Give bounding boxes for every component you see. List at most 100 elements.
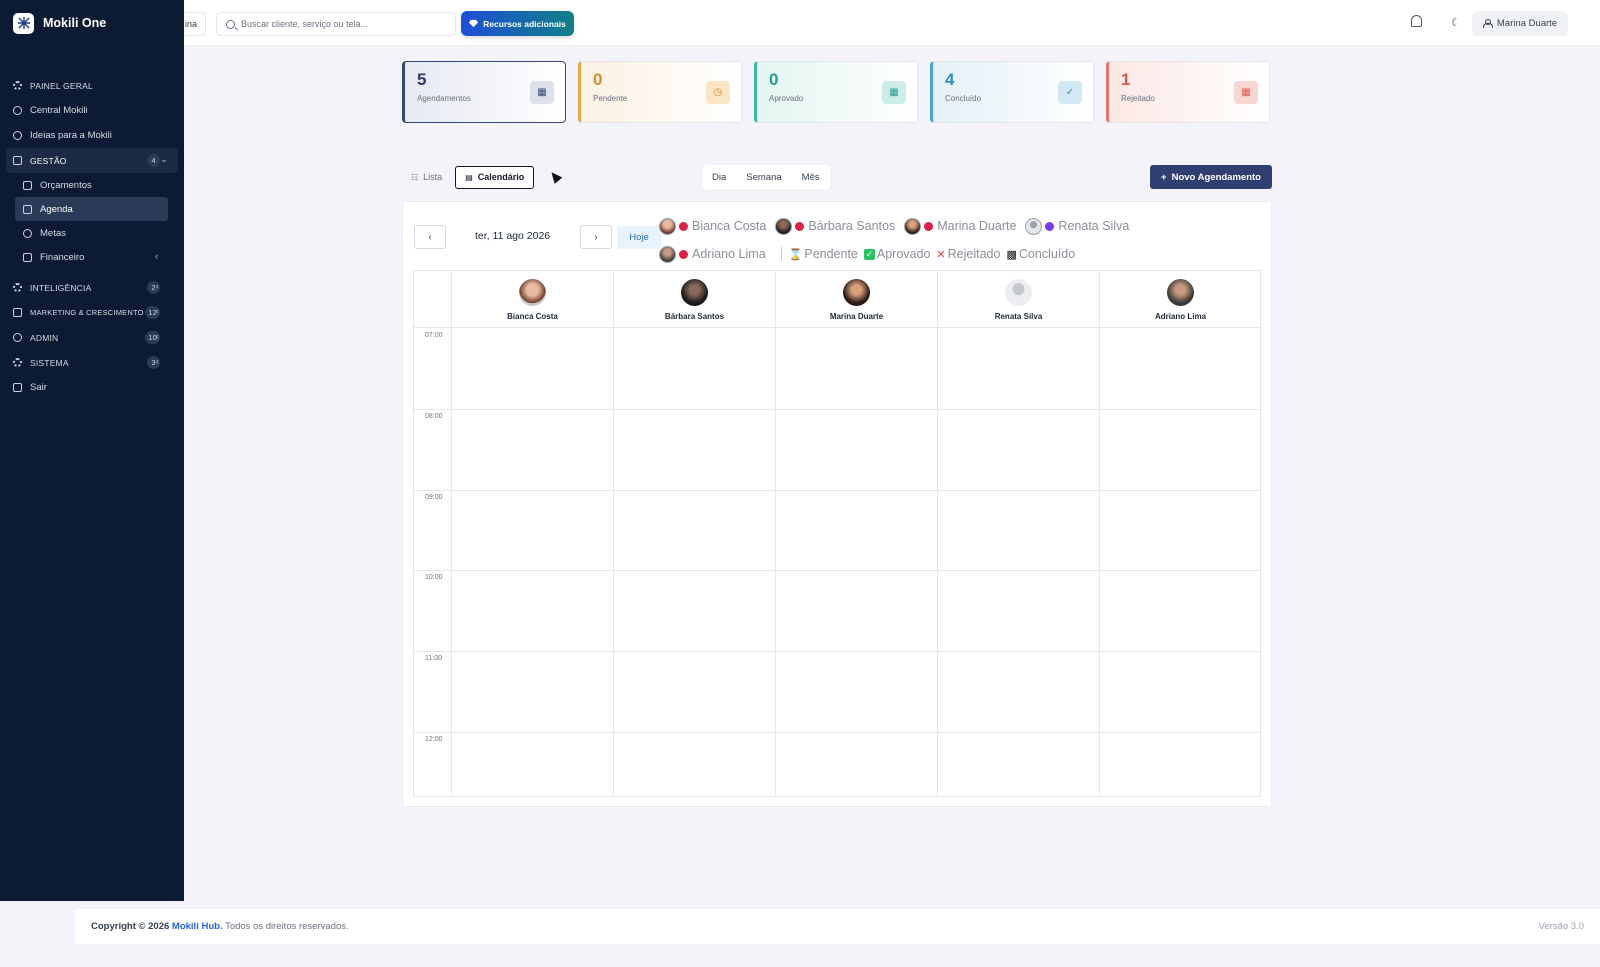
legend-professional[interactable]: Bárbara Santos [775,217,896,235]
bell-icon[interactable] [1411,15,1422,27]
prev-day-button[interactable]: ‹ [414,225,446,249]
search-input[interactable] [241,19,441,29]
admin-user-icon [13,333,22,342]
today-button[interactable]: Hoje [617,226,661,249]
footer-brand-link[interactable]: Mokili Hub. [172,921,223,932]
legend-professional[interactable]: Marina Duarte [904,217,1016,235]
legend-dot [679,221,688,231]
avatar [775,217,793,235]
avatar [843,279,870,306]
stat-label: Agendamentos [417,94,471,103]
legend-name: Adriano Lima [692,247,766,261]
sidebar-item-sair[interactable]: Sair [0,375,184,400]
sidebar-section-sistema[interactable]: SISTEMA 3 ‹ [0,350,184,375]
stat-label: Aprovado [769,94,804,103]
sidebar-item-label: MARKETING & CRESCIMENTO [30,308,144,317]
column-header-name: Renata Silva [994,312,1043,321]
chevron-left-icon: ‹ [155,281,159,291]
list-view-label: Lista [423,172,443,182]
list-view-button[interactable]: ☷ Lista [402,166,451,189]
time-label: 08:00 [425,413,443,420]
sidebar-item-label: Metas [40,227,66,239]
column-divider [613,328,614,796]
megaphone-icon [13,308,22,317]
legend-name: Bárbara Santos [808,219,896,233]
stats-cards: 5 Agendamentos ▦ 0 Pendente ◷ 0 Aprovado… [402,61,1270,123]
logout-icon [13,383,22,392]
wallet-icon [23,252,32,262]
new-appointment-label: Novo Agendamento [1171,171,1261,183]
period-month-button[interactable]: Mês [792,165,830,189]
stat-card-agendamentos[interactable]: 5 Agendamentos ▦ [402,61,566,123]
sidebar-section-admin[interactable]: ADMIN 10 ‹ [0,325,184,350]
sidebar-item-painel-geral[interactable]: PAINEL GERAL [0,73,184,98]
sidebar-section-marketing[interactable]: MARKETING & CRESCIMENTO 12 ‹ [0,300,184,325]
new-appointment-button[interactable]: + Novo Agendamento [1150,165,1272,189]
legend-professional[interactable]: Bianca Costa [659,217,766,235]
search-box[interactable] [216,12,456,36]
column-header-name: Adriano Lima [1154,312,1207,321]
list-icon: ☷ [411,172,419,182]
moon-icon[interactable]: ☾ [1451,16,1461,29]
breadcrumb[interactable]: ina [184,12,206,36]
calendar-icon: ▤ [465,172,473,182]
sidebar-item-financeiro[interactable]: Financeiro ‹ [10,245,184,269]
sidebar-item-label: ADMIN [30,332,59,343]
sidebar-item-orcamentos[interactable]: Orçamentos [10,173,184,197]
period-week-button[interactable]: Semana [736,165,791,189]
sidebar-item-ideias[interactable]: Ideias para a Mokili [0,123,184,148]
column-header-name: Marina Duarte [829,312,884,321]
sidebar-item-agenda[interactable]: Agenda [15,197,168,221]
gestao-submenu: Orçamentos Agenda Metas Financeiro ‹ [0,173,184,269]
next-day-button[interactable]: › [580,225,612,249]
calendar-view-button[interactable]: ▤ Calendário [455,165,535,189]
brand-name: Mokili One [43,16,107,30]
sidebar-item-metas[interactable]: Metas [10,221,184,245]
stat-card-pendente[interactable]: 0 Pendente ◷ [578,61,742,123]
brand[interactable]: Mokili One [0,0,184,46]
time-label: 10:00 [425,574,443,581]
circle-icon [13,131,22,140]
check-box-icon: ✓ [863,248,875,260]
sidebar-nav: PAINEL GERAL Central Mokili Ideias para … [0,46,184,400]
building-icon [13,156,22,165]
avatar [1005,279,1032,306]
column-header-professional: Adriano Lima [1099,271,1261,328]
sidebar-item-central-mokili[interactable]: Central Mokili [0,98,184,123]
app-version: Versão 3.0 [1538,921,1584,932]
plus-icon: + [1161,171,1167,183]
hourglass-icon: ⌛ [788,248,803,261]
hour-divider [414,732,1260,733]
stat-value: 4 [945,70,955,89]
legend-professional[interactable]: Adriano Lima [659,245,766,263]
legend-dot [924,221,934,231]
legend-professional[interactable]: Renata Silva [1025,217,1129,235]
sidebar-section-inteligencia[interactable]: INTELIGÊNCIA 2 ‹ [0,275,184,300]
sidebar: Mokili One PAINEL GERAL Central Mokili I… [0,0,184,901]
period-day-button[interactable]: Dia [702,165,736,189]
sidebar-item-label: Agenda [40,203,73,215]
avatar [681,279,708,306]
section-badge: 4 [147,154,160,167]
legend-status-concluido: ▩ Concluído [1006,247,1075,261]
cross-icon: ✕ [936,248,946,261]
resources-button[interactable]: Recursos adicionais [461,11,574,36]
column-header-professional: Bárbara Santos [613,271,775,328]
view-toggle: ☷ Lista ▤ Calendário [402,165,535,189]
time-label: 11:00 [425,655,442,662]
sidebar-item-label: Orçamentos [40,179,92,191]
sidebar-item-label: INTELIGÊNCIA [30,282,92,293]
stat-value: 0 [769,70,779,89]
avatar [904,217,922,235]
legend-row: Bianca Costa Bárbara Santos Marina Duart… [659,212,1159,240]
legend-dot [679,249,688,259]
user-menu-button[interactable]: Marina Duarte [1472,11,1568,36]
stat-value: 0 [593,70,603,89]
stat-card-rejeitado[interactable]: 1 Rejeitado ▦ [1106,61,1270,123]
sidebar-item-label: Financeiro [40,251,85,263]
stat-card-aprovado[interactable]: 0 Aprovado ▦ [754,61,918,123]
sidebar-section-gestao[interactable]: GESTÃO 4 ⌄ [6,148,178,173]
diamond-icon [469,19,479,28]
stat-card-concluido[interactable]: 4 Concluído ✓ [930,61,1094,123]
user-icon [1482,19,1493,28]
